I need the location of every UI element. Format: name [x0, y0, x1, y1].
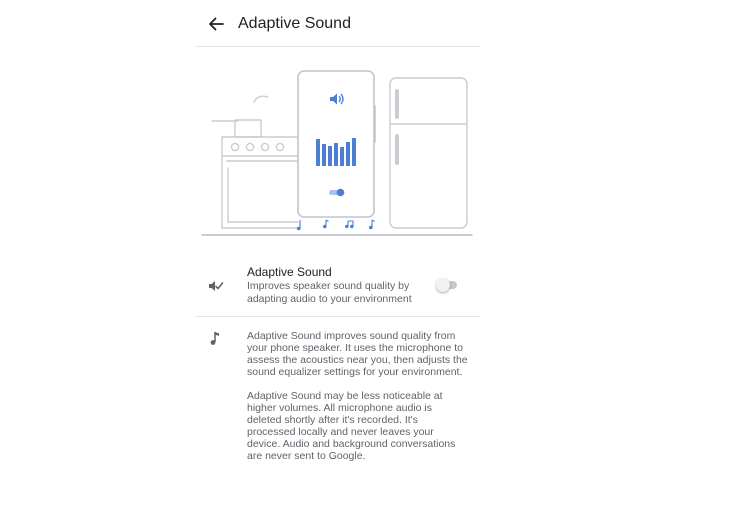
- arrow-back-icon: [209, 17, 224, 31]
- adaptive-sound-screen: Adaptive Sound Adaptive Sound Improves s…: [0, 0, 743, 505]
- setting-title: Adaptive Sound: [247, 265, 332, 279]
- equalizer-bars: [316, 138, 356, 166]
- info-paragraph-2: Adaptive Sound may be less noticeable at…: [247, 390, 456, 462]
- toggle-thumb: [436, 278, 450, 292]
- adaptive-sound-icon: [207, 277, 225, 295]
- fridge-icon: [389, 77, 468, 229]
- music-note-icon: [369, 219, 375, 230]
- adaptive-sound-toggle[interactable]: [436, 278, 460, 292]
- back-button[interactable]: [203, 11, 229, 37]
- music-notes-illustration: [297, 219, 375, 231]
- page-title: Adaptive Sound: [238, 15, 351, 32]
- info-paragraph-1: Adaptive Sound improves sound quality fr…: [247, 330, 468, 378]
- music-note-icon: [345, 220, 354, 229]
- stove-icon: [221, 136, 299, 229]
- steam-icon: [253, 95, 269, 103]
- info-block: Adaptive Sound improves sound quality fr…: [195, 327, 480, 477]
- adaptive-sound-illustration: [198, 64, 480, 242]
- phone-toggle-illustration: [329, 188, 345, 197]
- pot-icon: [211, 119, 262, 138]
- app-bar: Adaptive Sound: [195, 0, 480, 47]
- music-note-icon: [208, 330, 222, 346]
- volume-icon: [330, 93, 344, 105]
- adaptive-sound-setting-row[interactable]: Adaptive Sound Improves speaker sound qu…: [195, 258, 480, 317]
- setting-summary: Improves speaker sound quality by adapti…: [247, 280, 412, 305]
- music-note-icon: [323, 219, 329, 229]
